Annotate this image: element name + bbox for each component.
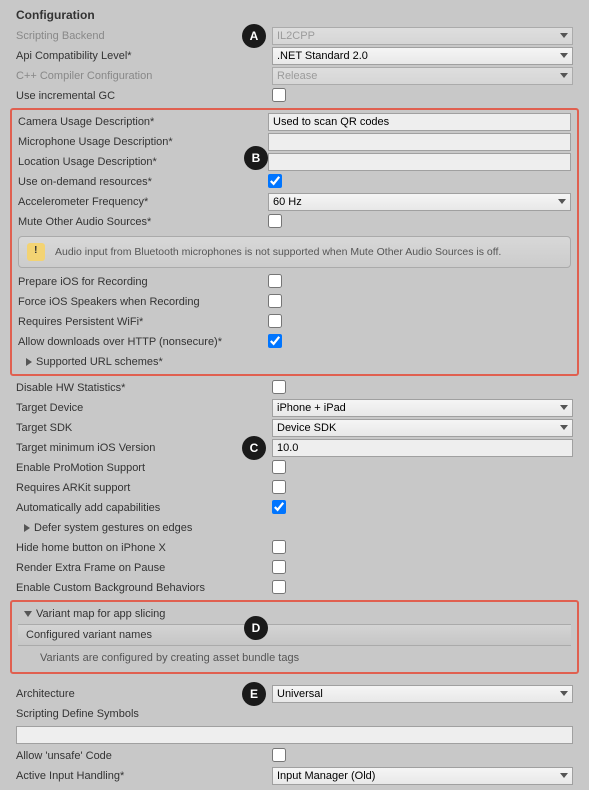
api-compat-select[interactable]: .NET Standard 2.0 [272, 47, 573, 65]
annotation-b: B [244, 146, 268, 170]
allow-http-checkbox[interactable] [268, 334, 282, 348]
input-handling-label: Active Input Handling* [16, 770, 272, 782]
section-header: Configuration [6, 4, 583, 26]
on-demand-checkbox[interactable] [268, 174, 282, 188]
on-demand-label: Use on-demand resources* [18, 176, 268, 188]
api-compat-label: Api Compatibility Level* [16, 50, 272, 62]
chevron-right-icon [26, 358, 32, 366]
variant-map-label: Variant map for app slicing [36, 608, 165, 620]
incremental-gc-checkbox[interactable] [272, 88, 286, 102]
highlight-box-b: B Camera Usage Description* Microphone U… [10, 108, 579, 376]
promotion-label: Enable ProMotion Support [16, 462, 272, 474]
persistent-wifi-label: Requires Persistent WiFi* [18, 316, 268, 328]
target-device-label: Target Device [16, 402, 272, 414]
define-symbols-input[interactable] [16, 726, 573, 744]
extra-frame-checkbox[interactable] [272, 560, 286, 574]
variant-map-foldout[interactable]: Variant map for app slicing [12, 604, 577, 624]
incremental-gc-label: Use incremental GC [16, 90, 272, 102]
defer-gestures-foldout[interactable]: Defer system gestures on edges [6, 518, 583, 538]
unsafe-code-label: Allow 'unsafe' Code [16, 750, 272, 762]
target-min-ios-label: Target minimum iOS Version [16, 442, 272, 454]
mic-usage-label: Microphone Usage Description* [18, 136, 268, 148]
warning-icon [27, 243, 45, 261]
disable-hw-label: Disable HW Statistics* [16, 382, 272, 394]
accel-freq-select[interactable]: 60 Hz [268, 193, 571, 211]
force-speakers-label: Force iOS Speakers when Recording [18, 296, 268, 308]
cpp-compiler-select: Release [272, 67, 573, 85]
define-symbols-label: Scripting Define Symbols [16, 708, 272, 720]
architecture-label: Architecture [16, 688, 272, 700]
disable-hw-checkbox[interactable] [272, 380, 286, 394]
input-handling-select[interactable]: Input Manager (Old) [272, 767, 573, 785]
target-sdk-select[interactable]: Device SDK [272, 419, 573, 437]
allow-http-label: Allow downloads over HTTP (nonsecure)* [18, 336, 268, 348]
prepare-recording-label: Prepare iOS for Recording [18, 276, 268, 288]
mic-usage-input[interactable] [268, 133, 571, 151]
annotation-c: C [242, 436, 266, 460]
force-speakers-checkbox[interactable] [268, 294, 282, 308]
info-box: Audio input from Bluetooth microphones i… [18, 236, 571, 268]
info-text: Audio input from Bluetooth microphones i… [55, 246, 501, 258]
url-schemes-label: Supported URL schemes* [36, 356, 163, 368]
auto-capabilities-label: Automatically add capabilities [16, 502, 272, 514]
mute-other-label: Mute Other Audio Sources* [18, 216, 268, 228]
defer-gestures-label: Defer system gestures on edges [34, 522, 192, 534]
camera-usage-input[interactable] [268, 113, 571, 131]
chevron-down-icon [24, 611, 32, 617]
arkit-checkbox[interactable] [272, 480, 286, 494]
prepare-recording-checkbox[interactable] [268, 274, 282, 288]
unsafe-code-checkbox[interactable] [272, 748, 286, 762]
annotation-e: E [242, 682, 266, 706]
accel-freq-label: Accelerometer Frequency* [18, 196, 268, 208]
location-usage-input[interactable] [268, 153, 571, 171]
cpp-compiler-label: C++ Compiler Configuration [16, 70, 272, 82]
mute-other-checkbox[interactable] [268, 214, 282, 228]
custom-bg-label: Enable Custom Background Behaviors [16, 582, 272, 594]
promotion-checkbox[interactable] [272, 460, 286, 474]
hide-home-label: Hide home button on iPhone X [16, 542, 272, 554]
auto-capabilities-checkbox[interactable] [272, 500, 286, 514]
camera-usage-label: Camera Usage Description* [18, 116, 268, 128]
target-device-select[interactable]: iPhone + iPad [272, 399, 573, 417]
scripting-backend-select: IL2CPP [272, 27, 573, 45]
location-usage-label: Location Usage Description* [18, 156, 268, 168]
extra-frame-label: Render Extra Frame on Pause [16, 562, 272, 574]
architecture-select[interactable]: Universal [272, 685, 573, 703]
annotation-d: D [244, 616, 268, 640]
hide-home-checkbox[interactable] [272, 540, 286, 554]
target-sdk-label: Target SDK [16, 422, 272, 434]
target-min-ios-input[interactable] [272, 439, 573, 457]
annotation-a: A [242, 24, 266, 48]
custom-bg-checkbox[interactable] [272, 580, 286, 594]
configured-variant-header: Configured variant names [18, 624, 571, 646]
chevron-right-icon [24, 524, 30, 532]
highlight-box-d: D Variant map for app slicing Configured… [10, 600, 579, 674]
arkit-label: Requires ARKit support [16, 482, 272, 494]
persistent-wifi-checkbox[interactable] [268, 314, 282, 328]
url-schemes-foldout[interactable]: Supported URL schemes* [12, 352, 577, 372]
scripting-backend-label: Scripting Backend [16, 30, 272, 42]
variant-help-text: Variants are configured by creating asse… [12, 646, 577, 670]
